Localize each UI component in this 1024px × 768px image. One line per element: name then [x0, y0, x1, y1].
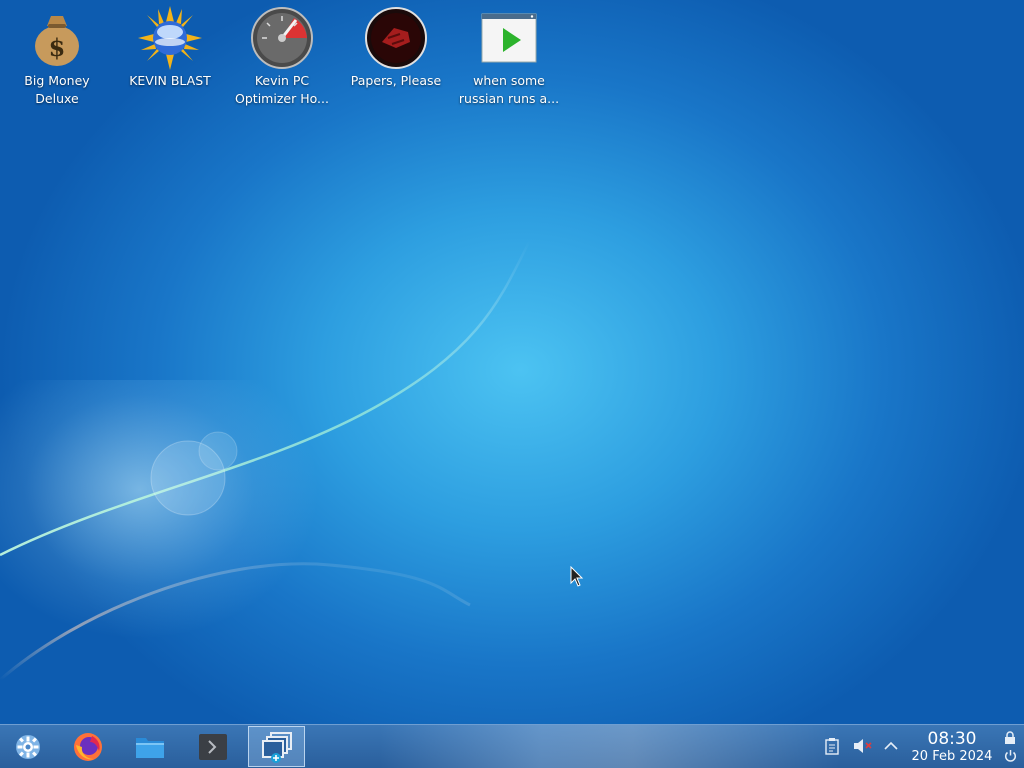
chevron-up-icon: [884, 741, 898, 750]
mouse-cursor-icon: [570, 566, 584, 587]
desktop-icon-kevin-pc-optimizer[interactable]: Kevin PC Optimizer Ho...: [227, 6, 337, 108]
taskbar-terminal-button[interactable]: [194, 728, 232, 766]
volume-muted-icon: [854, 739, 872, 753]
kde-application-launcher-icon: [16, 735, 40, 759]
wallpaper-swoosh: [0, 239, 532, 682]
desktop-icon-papers-please[interactable]: Papers, Please: [341, 6, 451, 90]
desktop-icon-label: Papers, Please: [350, 73, 442, 88]
clock-time: 08:30: [927, 729, 977, 749]
clock-date: 20 Feb 2024: [911, 749, 993, 764]
desktop-icon-label: Kevin PC Optimizer Ho...: [235, 73, 329, 106]
lock-icon: [1005, 731, 1015, 744]
clipboard-icon: [825, 738, 839, 755]
desktop-icon-big-money-deluxe[interactable]: $ Big Money Deluxe: [2, 6, 112, 108]
application-launcher-button[interactable]: [9, 728, 47, 766]
firefox-icon: [74, 733, 102, 761]
sun-orb-icon: [138, 6, 202, 70]
power-icon: [1004, 750, 1017, 762]
taskbar-file-manager-button[interactable]: [131, 728, 169, 766]
tray-expand[interactable]: [880, 733, 902, 759]
desktop-icon-video[interactable]: when some russian runs a...: [454, 6, 564, 108]
desktop-icon-label: KEVIN BLAST: [129, 73, 211, 88]
desktop-wallpaper[interactable]: $ Big Money Deluxe KEVIN BLAST Kevin PC …: [0, 0, 1024, 724]
taskbar-active-task[interactable]: [248, 726, 305, 767]
desktop-icon-label: Big Money Deluxe: [24, 73, 90, 106]
papers-please-icon: [365, 7, 427, 69]
desktop-icon-kevin-blast[interactable]: KEVIN BLAST: [115, 6, 225, 90]
desktop-icon-label: when some russian runs a...: [458, 73, 560, 106]
tray-volume[interactable]: [852, 733, 874, 759]
tray-clipboard[interactable]: [821, 733, 843, 759]
speedometer-icon: [251, 7, 313, 69]
taskbar-firefox-button[interactable]: [69, 728, 107, 766]
window-switcher-icon: [261, 731, 292, 763]
money-bag-icon: $: [35, 16, 79, 66]
lock-screen-button[interactable]: [1004, 730, 1018, 744]
leave-button[interactable]: [1004, 747, 1018, 762]
terminal-icon: [199, 734, 227, 760]
video-play-icon: [481, 13, 537, 63]
digital-clock[interactable]: 08:30 20 Feb 2024: [906, 729, 998, 765]
taskbar: 08:30 20 Feb 2024: [0, 724, 1024, 768]
svg-text:$: $: [49, 33, 66, 62]
folder-icon: [136, 738, 164, 758]
